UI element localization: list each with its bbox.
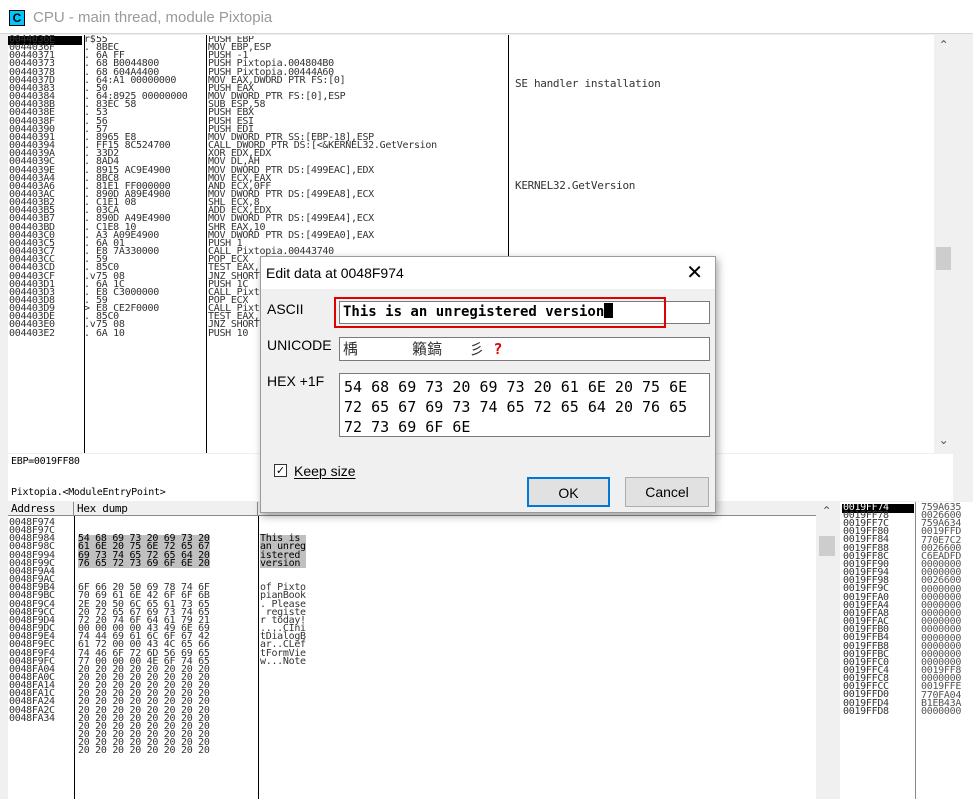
column-separator: [206, 35, 207, 453]
column-separator: [915, 502, 916, 799]
hex-input[interactable]: 54 68 69 73 20 69 73 20 61 6E 20 75 6E 7…: [339, 373, 710, 437]
info-entry-point: Pixtopia.<ModuleEntryPoint>: [11, 487, 166, 498]
hex-label: HEX +1F: [267, 373, 325, 389]
cancel-button[interactable]: Cancel: [625, 477, 709, 507]
column-separator: [84, 35, 85, 453]
disasm-address-column[interactable]: 0044036E 0044036F 00440371 00440373 0044…: [9, 35, 85, 339]
unicode-input[interactable]: 楀 籟鎬 彡 ?: [339, 337, 710, 361]
unicode-value[interactable]: 楀 籟鎬 彡: [343, 340, 493, 358]
ok-button[interactable]: OK: [527, 477, 610, 507]
close-icon[interactable]: ✕: [686, 262, 703, 282]
disasm-addresses[interactable]: 0044036E 0044036F 00440371 00440373 0044…: [9, 35, 55, 339]
window-title: CPU - main thread, module Pixtopia: [33, 9, 273, 26]
dump-hex-rest[interactable]: 6F 66 20 50 69 78 74 6F 70 69 61 6E 42 6…: [78, 583, 210, 756]
unicode-unknown-char: ?: [493, 340, 503, 358]
dump-ascii-column[interactable]: This is an unreg istered version of Pixt…: [260, 519, 306, 682]
column-separator: [258, 516, 259, 799]
unicode-label: UNICODE: [267, 337, 332, 353]
dump-ascii-selected[interactable]: This is an unreg istered version: [260, 534, 306, 568]
scroll-up-icon[interactable]: ⌃: [818, 503, 835, 520]
dump-ascii-rest[interactable]: of Pixto pianBook . Please registe r tod…: [260, 583, 306, 666]
scroll-thumb[interactable]: [819, 536, 835, 556]
title-bar: C CPU - main thread, module Pixtopia: [0, 0, 973, 34]
column-separator: [74, 516, 75, 799]
ascii-label: ASCII: [267, 301, 304, 317]
disasm-gutter: r$ . . . . . . . . . . . . . . . . . . .…: [84, 35, 96, 339]
header-hex-dump[interactable]: Hex dump: [74, 502, 258, 516]
header-address[interactable]: Address: [8, 502, 74, 516]
app-icon: C: [9, 10, 25, 26]
info-register-line: EBP=0019FF80: [11, 456, 80, 467]
disasm-bytes-column[interactable]: 55 8BEC 6A FF 68 B0044800 68 604A4400 64…: [96, 36, 208, 338]
hex-dump-pane[interactable]: Address Hex dump ASCII 0048F974 0048F97C…: [8, 502, 837, 799]
edit-data-dialog[interactable]: Edit data at 0048F974 ✕ ASCII This is an…: [260, 256, 716, 513]
scroll-down-icon[interactable]: ⌄: [935, 432, 952, 449]
dialog-title: Edit data at 0048F974: [266, 265, 404, 281]
stack-addresses[interactable]: 0019FF78 0019FF7C 0019FF80 0019FF84 0019…: [843, 511, 889, 717]
dump-scrollbar[interactable]: ⌃: [816, 502, 837, 799]
keep-size-label[interactable]: Keep size: [294, 463, 355, 479]
dump-hex-column[interactable]: 54 68 69 73 20 69 73 20 61 6E 20 75 6E 7…: [78, 519, 210, 772]
scroll-thumb[interactable]: [936, 247, 951, 270]
dump-hex-selected[interactable]: 54 68 69 73 20 69 73 20 61 6E 20 75 6E 7…: [78, 534, 210, 568]
scroll-up-icon[interactable]: ⌃: [935, 37, 952, 54]
dump-addresses[interactable]: 0048F974 0048F97C 0048F984 0048F98C 0048…: [9, 518, 55, 724]
dialog-title-bar[interactable]: Edit data at 0048F974 ✕: [261, 257, 715, 289]
keep-size-checkbox[interactable]: ✓: [274, 464, 287, 477]
highlight-outline: [334, 297, 666, 328]
disasm-scrollbar[interactable]: ⌃ ⌄: [934, 35, 953, 453]
stack-values[interactable]: 759A635 0026600 759A634 0019FFD 770E7C2 …: [921, 502, 961, 716]
stack-pane[interactable]: 0019FF74 0019FF78 0019FF7C 0019FF80 0019…: [840, 502, 973, 799]
comment-kernel32: KERNEL32.GetVersion: [515, 179, 636, 192]
comment-se-handler: SE handler installation: [515, 77, 661, 90]
